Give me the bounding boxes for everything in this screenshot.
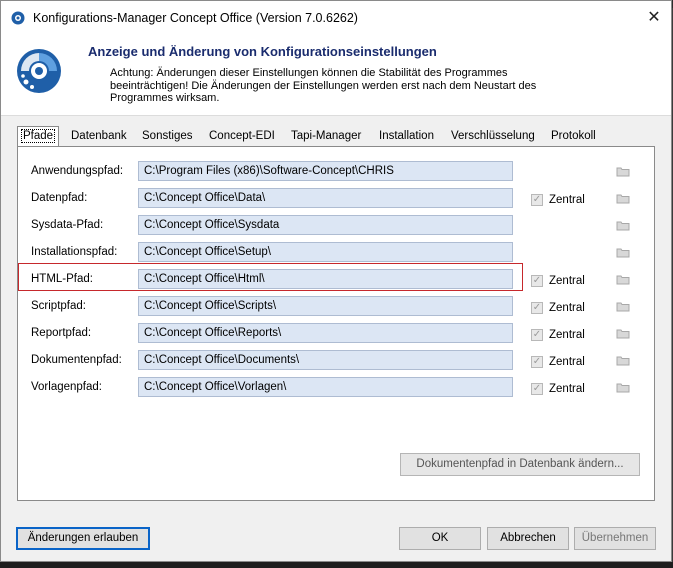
zentral-label: Zentral — [549, 194, 585, 206]
paths-panel: Anwendungspfad: C:\Program Files (x86)\S… — [17, 146, 655, 501]
zentral-checkbox-html[interactable]: ✓ — [531, 275, 543, 287]
path-label-sysdata: Sysdata-Pfad: — [31, 219, 104, 231]
path-field-report[interactable]: C:\Concept Office\Reports\ — [138, 323, 630, 343]
zentral-label: Zentral — [549, 302, 585, 314]
tab-concept-edi[interactable]: Concept-EDI — [209, 127, 275, 146]
folder-icon[interactable] — [613, 216, 633, 234]
tab-protokoll[interactable]: Protokoll — [551, 127, 596, 146]
ok-button[interactable]: OK — [399, 527, 481, 550]
folder-icon[interactable] — [613, 189, 633, 207]
close-icon[interactable]: ✕ — [641, 7, 667, 29]
zentral-checkbox-script[interactable]: ✓ — [531, 302, 543, 314]
path-field-installation[interactable]: C:\Concept Office\Setup\ — [138, 242, 630, 262]
path-field-dokumente[interactable]: C:\Concept Office\Documents\ — [138, 350, 630, 370]
zentral-checkbox-report[interactable]: ✓ — [531, 329, 543, 341]
folder-icon[interactable] — [613, 351, 633, 369]
path-field-sysdata[interactable]: C:\Concept Office\Sysdata — [138, 215, 630, 235]
header-banner: Anzeige und Änderung von Konfigurationse… — [1, 35, 671, 116]
tab-pfade[interactable]: Pfade — [17, 126, 60, 147]
path-label-script: Scriptpfad: — [31, 300, 86, 312]
concept-logo-icon — [17, 49, 61, 93]
window-title: Konfigurations-Manager Concept Office (V… — [33, 11, 358, 25]
path-label-html: HTML-Pfad: — [31, 273, 93, 285]
allow-changes-button[interactable]: Änderungen erlauben — [16, 527, 150, 550]
folder-icon[interactable] — [613, 243, 633, 261]
path-field-html[interactable]: C:\Concept Office\Html\ — [138, 269, 630, 289]
path-field-vorlagen[interactable]: C:\Concept Office\Vorlagen\ — [138, 377, 630, 397]
config-manager-window: Konfigurations-Manager Concept Office (V… — [0, 0, 672, 562]
tab-sonstiges[interactable]: Sonstiges — [142, 127, 193, 146]
path-field-script[interactable]: C:\Concept Office\Scripts\ — [138, 296, 630, 316]
cancel-button[interactable]: Abbrechen — [487, 527, 569, 550]
header-description: Achtung: Änderungen dieser Einstellungen… — [110, 67, 537, 104]
zentral-checkbox-dokumente[interactable]: ✓ — [531, 356, 543, 368]
path-field-daten[interactable]: C:\Concept Office\Data\ — [138, 188, 630, 208]
path-label-daten: Datenpfad: — [31, 192, 88, 204]
zentral-label: Zentral — [549, 275, 585, 287]
path-label-vorlagen: Vorlagenpfad: — [31, 381, 102, 393]
tab-installation[interactable]: Installation — [379, 127, 434, 146]
folder-icon[interactable] — [613, 297, 633, 315]
path-field-anwendung[interactable]: C:\Program Files (x86)\Software-Concept\… — [138, 161, 630, 181]
tab-verschluesselung[interactable]: Verschlüsselung — [451, 127, 535, 146]
path-label-dokumente: Dokumentenpfad: — [31, 354, 122, 366]
folder-icon[interactable] — [613, 270, 633, 288]
path-label-report: Reportpfad: — [31, 327, 92, 339]
zentral-label: Zentral — [549, 329, 585, 341]
taskbar-strip — [0, 562, 673, 568]
title-bar: Konfigurations-Manager Concept Office (V… — [1, 1, 671, 35]
folder-icon[interactable] — [613, 162, 633, 180]
tab-tapi-manager[interactable]: Tapi-Manager — [291, 127, 361, 146]
app-icon — [11, 11, 25, 25]
folder-icon[interactable] — [613, 324, 633, 342]
zentral-label: Zentral — [549, 383, 585, 395]
folder-icon[interactable] — [613, 378, 633, 396]
header-title: Anzeige und Änderung von Konfigurationse… — [88, 44, 437, 59]
tab-datenbank[interactable]: Datenbank — [71, 127, 127, 146]
path-label-anwendung: Anwendungspfad: — [31, 165, 124, 177]
zentral-label: Zentral — [549, 356, 585, 368]
apply-button[interactable]: Übernehmen — [574, 527, 656, 550]
zentral-checkbox-vorlagen[interactable]: ✓ — [531, 383, 543, 395]
document-path-db-button[interactable]: Dokumentenpfad in Datenbank ändern... — [400, 453, 640, 476]
path-label-installation: Installationspfad: — [31, 246, 118, 258]
zentral-checkbox-daten[interactable]: ✓ — [531, 194, 543, 206]
